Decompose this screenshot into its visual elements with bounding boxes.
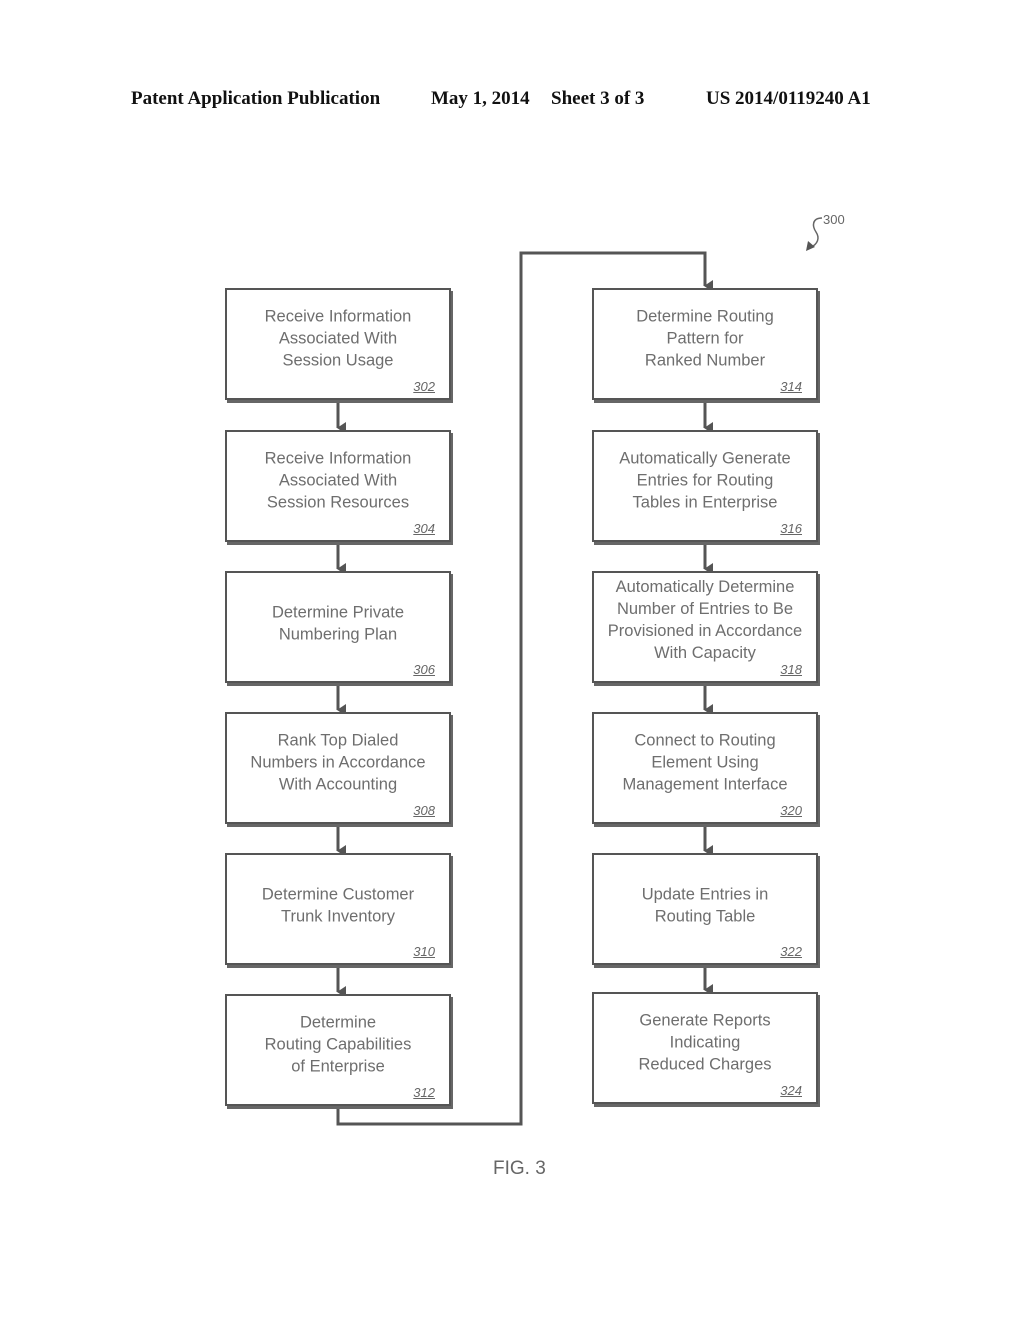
step-reference-number: 324 (780, 1083, 802, 1098)
process-box-302: Receive Information Associated With Sess… (225, 288, 451, 400)
reference-300-pointer (809, 217, 823, 249)
process-label: Automatically Determine Number of Entrie… (607, 577, 803, 662)
step-reference-number: 304 (413, 521, 435, 536)
process-box-322: Update Entries in Routing Table 322 (592, 853, 818, 965)
process-box-314: Determine Routing Pattern for Ranked Num… (592, 288, 818, 400)
reference-300-arrowhead (806, 241, 815, 251)
process-box-316: Automatically Generate Entries for Routi… (592, 430, 818, 542)
process-box-304: Receive Information Associated With Sess… (225, 430, 451, 542)
process-box-318: Automatically Determine Number of Entrie… (592, 571, 818, 683)
process-label: Receive Information Associated With Sess… (264, 449, 412, 512)
process-box-310: Determine Customer Trunk Inventory 310 (225, 853, 451, 965)
flowchart-connectors (336, 217, 823, 1126)
process-label: Receive Information Associated With Sess… (264, 307, 412, 370)
step-reference-number: 302 (413, 379, 435, 394)
step-reference-number: 310 (413, 944, 435, 959)
process-box-306: Determine Private Numbering Plan 306 (225, 571, 451, 683)
process-box-308: Rank Top Dialed Numbers in Accordance Wi… (225, 712, 451, 824)
process-label: Determine Routing Pattern for Ranked Num… (636, 307, 774, 370)
step-reference-number: 308 (413, 803, 435, 818)
step-reference-number: 312 (413, 1085, 435, 1100)
process-label: Determine Routing Capabilities of Enterp… (264, 1013, 412, 1076)
process-box-312: Determine Routing Capabilities of Enterp… (225, 994, 451, 1106)
process-label: Determine Customer Trunk Inventory (261, 885, 415, 926)
process-label: Automatically Generate Entries for Routi… (619, 449, 791, 512)
step-reference-number: 322 (780, 944, 802, 959)
process-label: Determine Private Numbering Plan (271, 603, 405, 644)
step-reference-number: 306 (413, 662, 435, 677)
figure-label: FIG. 3 (493, 1158, 546, 1179)
reference-number-300: 300 (823, 212, 845, 227)
process-label: Generate Reports Indicating Reduced Char… (638, 1011, 772, 1074)
step-reference-number: 320 (780, 803, 802, 818)
process-label: Rank Top Dialed Numbers in Accordance Wi… (250, 731, 426, 794)
step-reference-number: 314 (780, 379, 802, 394)
step-reference-number: 316 (780, 521, 802, 536)
process-label: Connect to Routing Element Using Managem… (622, 731, 788, 794)
step-reference-number: 318 (780, 662, 802, 677)
process-box-320: Connect to Routing Element Using Managem… (592, 712, 818, 824)
process-box-324: Generate Reports Indicating Reduced Char… (592, 992, 818, 1104)
process-label: Update Entries in Routing Table (641, 885, 769, 926)
